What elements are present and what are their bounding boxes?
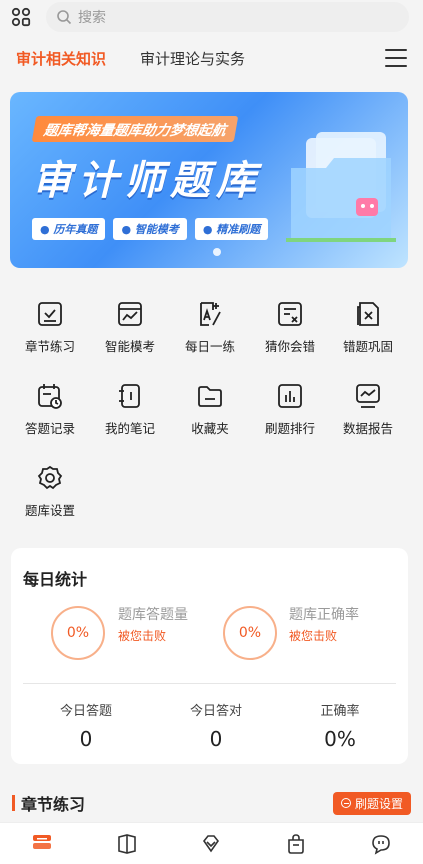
apps-grid-icon[interactable] [10,6,32,28]
banner-title: 审计师题库 [32,158,262,204]
chapter-practice-header: 章节练习 刷题设置 [0,786,423,820]
nav-item-practice[interactable] [12,823,72,855]
feature-label: 猜你会错 [264,339,315,354]
divider [23,683,396,684]
banner-slogan: 题库帮海量题库助力梦想起航 [31,116,239,142]
nav-item-shop[interactable] [266,823,326,855]
feature-favorites[interactable]: 收藏夹 [168,376,252,438]
feature-answer-records[interactable]: 答题记录 [8,376,92,438]
metric-label: 今日答题 [59,704,112,719]
feature-label: 刷题排行 [264,421,315,436]
feature-daily-practice[interactable]: 每日一练 [168,294,252,356]
tab-audit-theory[interactable]: 审计理论与实务 [140,48,245,69]
feature-guess-wrong[interactable]: 猜你会错 [248,294,332,356]
diamond-icon [203,835,220,853]
feature-bank-settings[interactable]: 题库设置 [8,458,92,520]
monitor-chart-icon [356,384,380,408]
bag-icon [288,834,304,854]
section-title: 章节练习 [21,795,86,814]
feature-label: 错题巩固 [342,339,393,354]
tab-audit-knowledge[interactable]: 审计相关知识 [16,48,106,69]
chart-window-icon [118,302,142,326]
chat-bubble-icon [371,835,390,855]
category-tabs: 审计相关知识 审计理论与实务 [0,40,423,76]
feature-smart-mock[interactable]: 智能模考 [88,294,172,356]
feature-label: 每日一练 [184,339,235,354]
nav-item-me[interactable] [351,823,411,855]
feature-label: 收藏夹 [191,421,229,436]
nav-item-vip[interactable] [181,823,241,855]
feature-label: 智能模考 [104,339,155,354]
practice-settings-label: 刷题设置 [354,796,403,811]
folder-icon [198,386,222,407]
bottom-nav [0,822,423,864]
accuracy-sub: 被您击败 [289,629,338,643]
stats-title: 每日统计 [23,570,88,589]
banner-pills: ● 历年真题 ● 智能模考 ● 精准刷题 [32,218,276,240]
calendar-clock-icon [38,384,62,409]
metric-today-correct: 今日答对 0 [156,700,276,751]
book-icon [118,834,136,854]
notebook-icon [119,384,140,408]
a-plus-pen-icon [200,302,221,326]
practice-settings-button[interactable]: 刷题设置 [332,791,411,815]
metric-value: 0% [324,727,356,751]
feature-label: 题库设置 [24,503,75,518]
section-accent-bar [12,795,15,811]
minus-circle-icon [340,798,351,808]
search-input[interactable]: 搜索 [46,2,409,32]
search-placeholder: 搜索 [78,10,106,26]
metric-label: 今日答对 [189,704,242,719]
accuracy-label: 题库正确率 [289,607,359,623]
feature-label: 我的笔记 [104,421,155,436]
doc-x-icon [357,302,379,326]
banner-pill: ● 智能模考 [113,218,187,240]
feature-label: 章节练习 [24,339,75,354]
feature-label: 数据报告 [342,421,393,436]
bar-chart-icon [278,384,302,408]
stack-icon [33,835,52,849]
nav-item-notes[interactable] [97,823,157,855]
top-bar: 搜索 [0,0,423,34]
feature-grid: 章节练习 智能模考 每日一练 猜你会错 错题巩固 答题记录 我的笔记 收藏夹 刷… [0,290,423,534]
banner-pill: ● 历年真题 [32,218,106,240]
promo-banner[interactable]: 题库帮海量题库助力梦想起航 审计师题库 ● 历年真题 ● 智能模考 ● 精准刷题 [10,92,408,268]
feature-data-report[interactable]: 数据报告 [326,376,410,438]
answer-volume-label: 题库答题量 [118,607,188,623]
accuracy-ring: 0% [223,606,277,660]
answer-volume-ring: 0% [51,606,105,660]
menu-icon[interactable] [385,49,407,67]
metric-accuracy: 正确率 0% [280,700,400,751]
metric-value: 0 [79,727,93,751]
feature-chapter-practice[interactable]: 章节练习 [8,294,92,356]
gear-icon [37,465,63,490]
feature-label: 答题记录 [24,421,75,436]
list-x-icon [278,302,302,326]
checklist-icon [38,302,62,326]
feature-ranking[interactable]: 刷题排行 [248,376,332,438]
metric-label: 正确率 [320,704,360,719]
daily-stats-card: 每日统计 0% 题库答题量 被您击败 0% 题库正确率 被您击败 今日答题 0 … [11,548,408,764]
folder-illustration-icon [286,132,396,242]
search-icon [57,10,72,25]
metric-value: 0 [209,727,223,751]
feature-mistake-review[interactable]: 错题巩固 [326,294,410,356]
feature-my-notes[interactable]: 我的笔记 [88,376,172,438]
carousel-dot[interactable] [213,248,221,256]
banner-pill: ● 精准刷题 [194,218,269,240]
answer-volume-sub: 被您击败 [118,629,167,643]
metric-today-answered: 今日答题 0 [26,700,146,751]
